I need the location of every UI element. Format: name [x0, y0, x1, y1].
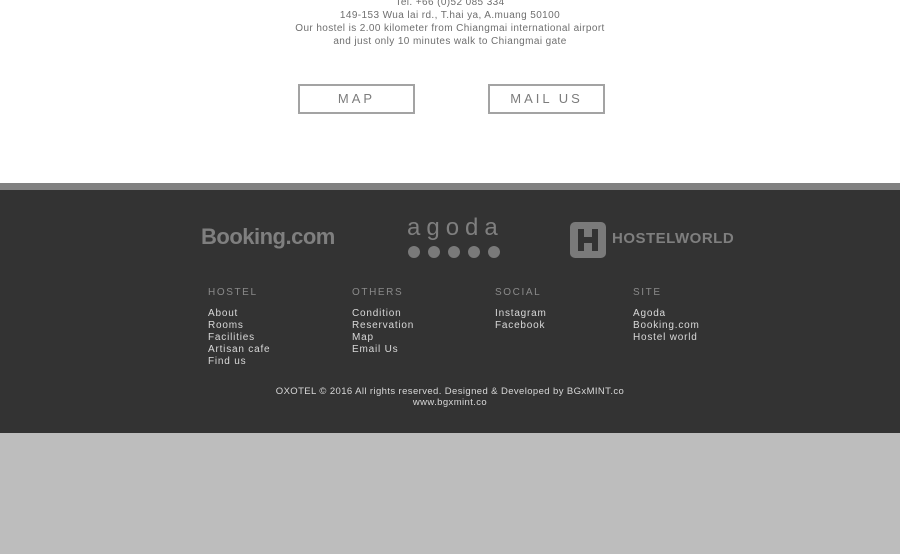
footer-link-reservation[interactable]: Reservation — [352, 320, 414, 332]
booking-logo[interactable]: Booking.com — [201, 224, 335, 250]
footer-link-agoda[interactable]: Agoda — [633, 308, 700, 320]
footer-link-artisan-cafe[interactable]: Artisan cafe — [208, 344, 270, 356]
footer-link-about[interactable]: About — [208, 308, 270, 320]
footer-link-email-us[interactable]: Email Us — [352, 344, 414, 356]
footer-link-facebook[interactable]: Facebook — [495, 320, 547, 332]
footer-column-others: OTHERS Condition Reservation Map Email U… — [352, 287, 414, 356]
agoda-dots-icon — [408, 245, 508, 258]
footer-link-instagram[interactable]: Instagram — [495, 308, 547, 320]
footer-column-title: SITE — [633, 287, 662, 298]
footer-link-hostel-world[interactable]: Hostel world — [633, 332, 700, 344]
copyright-text: OXOTEL © 2016 All rights reserved. Desig… — [275, 386, 625, 397]
contact-address: 149-153 Wua lai rd., T.hai ya, A.muang 5… — [339, 10, 561, 21]
footer-link-map[interactable]: Map — [352, 332, 414, 344]
footer-link-condition[interactable]: Condition — [352, 308, 414, 320]
footer-link-facilities[interactable]: Facilities — [208, 332, 270, 344]
hostelworld-logo[interactable]: HOSTELWORLD — [612, 230, 734, 247]
contact-distance-line2: and just only 10 minutes walk to Chiangm… — [333, 36, 567, 47]
footer-divider — [0, 183, 900, 190]
contact-section: Tel. +66 (0)52 085 334 149-153 Wua lai r… — [0, 0, 900, 183]
footer-link-booking[interactable]: Booking.com — [633, 320, 700, 332]
footer-link-find-us[interactable]: Find us — [208, 356, 270, 368]
hostelworld-mark-icon[interactable] — [570, 222, 606, 258]
footer-column-title: HOSTEL — [208, 287, 258, 298]
developer-website-link[interactable]: www.bgxmint.co — [0, 397, 900, 408]
footer-column-title: SOCIAL — [495, 287, 542, 298]
footer-column-title: OTHERS — [352, 287, 404, 298]
agoda-logo[interactable]: agoda — [407, 214, 504, 242]
contact-distance-line1: Our hostel is 2.00 kilometer from Chiang… — [295, 23, 605, 34]
contact-tel: Tel. +66 (0)52 085 334 — [395, 0, 505, 8]
map-button[interactable]: MAP — [298, 84, 415, 114]
footer-column-hostel: HOSTEL About Rooms Facilities Artisan ca… — [208, 287, 270, 368]
footer-column-social: SOCIAL Instagram Facebook — [495, 287, 547, 332]
footer-link-rooms[interactable]: Rooms — [208, 320, 270, 332]
footer: Booking.com agoda HOSTELWORLD HOSTEL Abo… — [0, 190, 900, 433]
mail-us-button[interactable]: MAIL US — [488, 84, 605, 114]
footer-column-site: SITE Agoda Booking.com Hostel world — [633, 287, 700, 344]
